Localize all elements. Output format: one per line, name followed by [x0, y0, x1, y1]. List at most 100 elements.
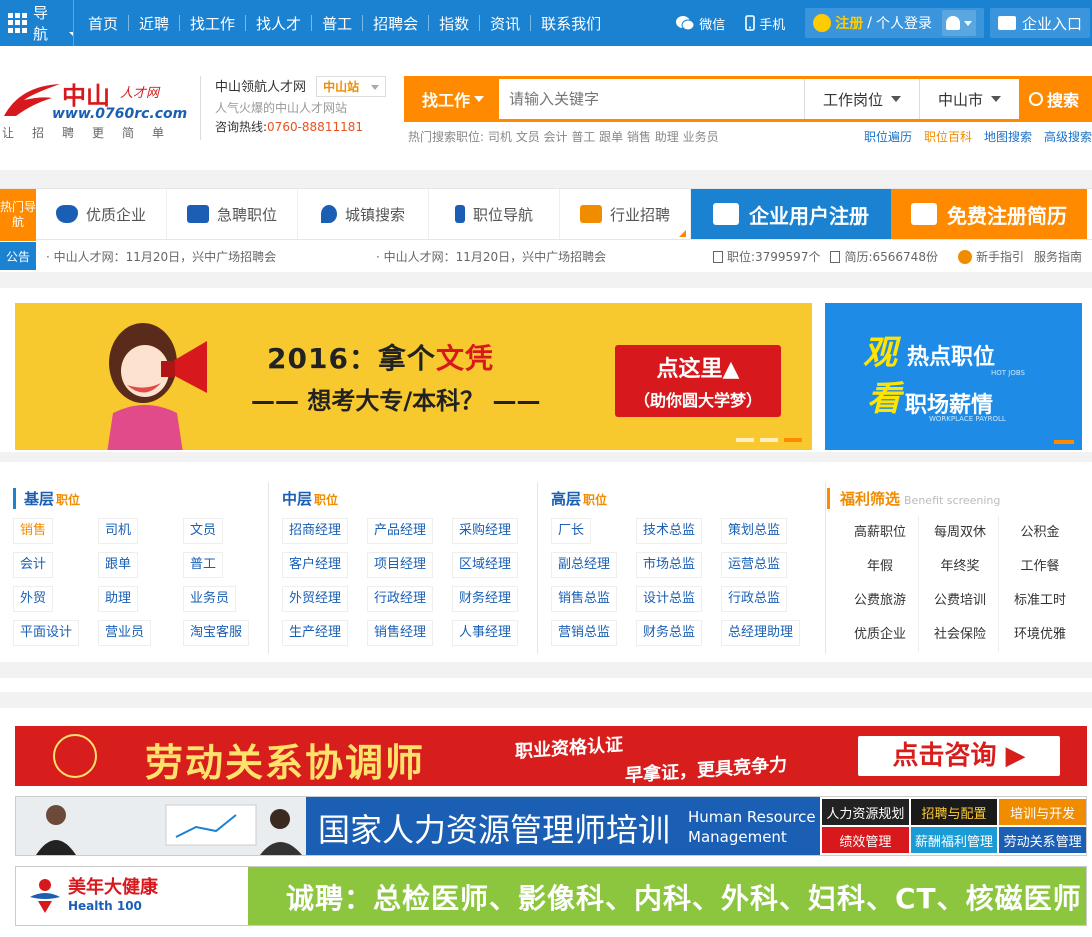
nav-index[interactable]: 指数 [429, 13, 479, 34]
job-chip[interactable]: 人事经理 [452, 620, 519, 646]
ad1-cta-button[interactable]: 点击咨询 ▶ [858, 736, 1060, 776]
job-chip[interactable]: 生产经理 [282, 620, 349, 646]
notice-item[interactable]: · 中山人才网：11月20日，兴中广场招聘会 [46, 248, 366, 265]
job-chip[interactable]: 文员 [183, 518, 224, 544]
job-chip[interactable]: 项目经理 [367, 552, 434, 578]
enterprise-register-button[interactable]: 企业用户注册 [691, 189, 891, 239]
nav-job-fair[interactable]: 招聘会 [363, 13, 428, 34]
welfare-filter[interactable]: 年终奖 [920, 550, 1000, 584]
hr-training-ad[interactable]: 国家人力资源管理师培训 Human Resource Management 人力… [15, 796, 1087, 856]
link-advanced-search[interactable]: 高级搜索 [1044, 128, 1092, 145]
register-link[interactable]: 注册 [835, 13, 863, 33]
job-chip[interactable]: 业务员 [183, 586, 237, 612]
job-chip[interactable]: 行政经理 [367, 586, 434, 612]
hr-tag[interactable]: 绩效管理 [822, 827, 909, 853]
job-chip[interactable]: 外贸经理 [282, 586, 349, 612]
service-guide-link[interactable]: 服务指南 [1034, 248, 1082, 265]
welfare-filter[interactable]: 工作餐 [1000, 550, 1080, 584]
job-chip[interactable]: 平面设计 [13, 620, 80, 646]
welfare-filter[interactable]: 社会保险 [920, 618, 1000, 652]
welfare-filter[interactable]: 公费旅游 [840, 584, 920, 618]
enterprise-entry-button[interactable]: 企业入口 [989, 8, 1090, 38]
nav-find-talent[interactable]: 找人才 [246, 13, 311, 34]
job-chip[interactable]: 客户经理 [282, 552, 349, 578]
search-type-select[interactable]: 找工作 [407, 79, 499, 119]
cat-urgent-jobs[interactable]: 急聘职位 [167, 189, 298, 239]
job-chip[interactable]: 会计 [13, 552, 54, 578]
nav-menu-button[interactable]: 导航 [0, 0, 74, 46]
search-input[interactable] [499, 79, 804, 119]
hr-tag[interactable]: 薪酬福利管理 [910, 827, 998, 853]
carousel-dot[interactable] [760, 438, 778, 442]
welfare-filter[interactable]: 高薪职位 [840, 516, 920, 550]
job-chip[interactable]: 销售经理 [367, 620, 434, 646]
job-chip[interactable]: 普工 [183, 552, 224, 578]
job-chip[interactable]: 区域经理 [452, 552, 519, 578]
job-chip[interactable]: 副总经理 [551, 552, 618, 578]
job-chip[interactable]: 设计总监 [636, 586, 703, 612]
welfare-filter[interactable]: 标准工时 [1000, 584, 1080, 618]
hr-tag[interactable]: 劳动关系管理 [999, 827, 1086, 853]
nav-general-worker[interactable]: 普工 [312, 13, 362, 34]
hot-jobs-banner[interactable]: 观 热点职位 HOT JOBS 看 职场薪情 WORKPLACE PAYROLL [825, 303, 1082, 450]
link-job-browse[interactable]: 职位遍历 [864, 128, 912, 145]
city-select[interactable]: 中山市 [918, 79, 1019, 119]
job-chip[interactable]: 营销总监 [551, 620, 618, 646]
cat-quality-enterprise[interactable]: 优质企业 [36, 189, 167, 239]
nav-home[interactable]: 首页 [78, 13, 128, 34]
welfare-filter[interactable]: 公积金 [1000, 516, 1080, 550]
cat-job-nav[interactable]: 职位导航 [429, 189, 560, 239]
link-job-wiki[interactable]: 职位百科 [924, 128, 972, 145]
carousel-dot-active[interactable] [784, 438, 802, 442]
cat-town-search[interactable]: 城镇搜索 [298, 189, 429, 239]
welfare-filter[interactable]: 环境优雅 [1000, 618, 1080, 652]
hr-tag[interactable]: 培训与开发 [999, 799, 1086, 825]
job-chip[interactable]: 销售 [13, 518, 54, 544]
job-chip[interactable]: 营业员 [98, 620, 152, 646]
notification-button[interactable] [941, 10, 976, 36]
hr-tag[interactable]: 人力资源规划 [822, 799, 909, 825]
hot-search-terms[interactable]: 司机 文员 会计 普工 跟单 销售 助理 业务员 [488, 130, 719, 144]
wechat-link[interactable]: 微信 [665, 14, 735, 33]
job-chip[interactable]: 招商经理 [282, 518, 349, 544]
job-chip[interactable]: 厂长 [551, 518, 592, 544]
nav-recent[interactable]: 近聘 [129, 13, 179, 34]
hr-tag[interactable]: 招聘与配置 [910, 799, 998, 825]
nav-contact[interactable]: 联系我们 [531, 13, 611, 34]
job-chip[interactable]: 跟单 [98, 552, 139, 578]
job-chip[interactable]: 外贸 [13, 586, 54, 612]
welfare-filter[interactable]: 公费培训 [920, 584, 1000, 618]
labor-relations-ad[interactable]: 劳动关系协调师 职业资格认证 早拿证，更具竞争力 点击咨询 ▶ [15, 726, 1087, 787]
station-switcher[interactable]: 中山站 [316, 76, 387, 97]
job-chip[interactable]: 财务总监 [636, 620, 703, 646]
job-chip[interactable]: 司机 [98, 518, 139, 544]
job-chip[interactable]: 市场总监 [636, 552, 703, 578]
job-chip[interactable]: 运营总监 [721, 552, 788, 578]
nav-news[interactable]: 资讯 [480, 13, 530, 34]
guide-link[interactable]: 新手指引 [957, 248, 1024, 265]
search-button[interactable]: 搜索 [1019, 79, 1089, 119]
job-chip[interactable]: 淘宝客服 [183, 620, 250, 646]
job-chip[interactable]: 总经理助理 [721, 620, 801, 646]
notice-item[interactable]: · 中山人才网：11月20日，兴中广场招聘会 [376, 248, 696, 265]
banner-cta-button[interactable]: 点这里▲ （助你圆大学梦） [615, 345, 781, 417]
promo-banner-carousel[interactable]: 2016：拿个文凭 —— 想考大专/本科？ —— 点这里▲ （助你圆大学梦） [15, 303, 812, 450]
job-chip[interactable]: 技术总监 [636, 518, 703, 544]
job-chip[interactable]: 助理 [98, 586, 139, 612]
link-map-search[interactable]: 地图搜索 [984, 128, 1032, 145]
health-recruit-ad[interactable]: 美年大健康 Health 100 诚聘：总检医师、影像科、内科、外科、妇科、CT… [15, 866, 1087, 926]
job-chip[interactable]: 销售总监 [551, 586, 618, 612]
job-chip[interactable]: 策划总监 [721, 518, 788, 544]
personal-login-link[interactable]: 个人登录 [876, 13, 932, 33]
carousel-dot-active[interactable] [1054, 440, 1074, 444]
position-select[interactable]: 工作岗位 [803, 79, 919, 119]
site-logo[interactable]: 中山 人才网 www.0760rc.com 让招聘更简单 [2, 76, 192, 140]
welfare-filter[interactable]: 每周双休 [920, 516, 1000, 550]
welfare-filter[interactable]: 年假 [840, 550, 920, 584]
job-chip[interactable]: 产品经理 [367, 518, 434, 544]
welfare-filter[interactable]: 优质企业 [840, 618, 920, 652]
mobile-link[interactable]: 手机 [735, 14, 795, 33]
resume-register-button[interactable]: 免费注册简历 [891, 189, 1087, 239]
job-chip[interactable]: 采购经理 [452, 518, 519, 544]
job-chip[interactable]: 行政总监 [721, 586, 788, 612]
